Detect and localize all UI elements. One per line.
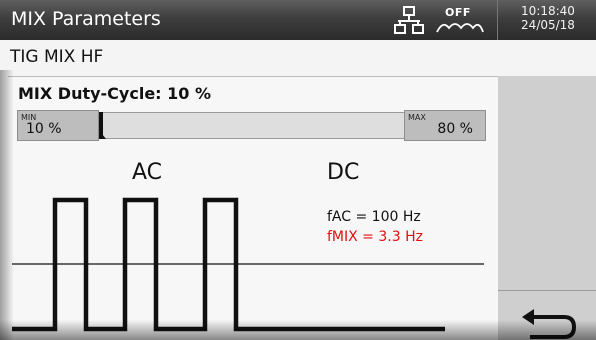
ac-label: AC	[132, 160, 163, 185]
clock-time: 10:18:40	[521, 4, 575, 18]
wave-off-icon	[436, 23, 484, 33]
clock: 10:18:40 24/05/18	[500, 4, 596, 32]
mix-waveform-diagram	[12, 197, 484, 332]
clock-date: 24/05/18	[521, 18, 575, 32]
return-arrow-icon	[522, 309, 577, 339]
page-title: MIX Parameters	[11, 8, 161, 30]
header-bar: MIX Parameters OFF 10:18:40 24/05/18	[0, 0, 596, 40]
process-mode-label: TIG MIX HF	[10, 47, 104, 67]
header-separator	[497, 0, 498, 40]
screen: MIX Parameters OFF 10:18:40 24/05/18 TIG…	[0, 0, 596, 340]
fmix-frequency: fMIX = 3.3 Hz	[327, 229, 423, 245]
dc-label: DC	[327, 160, 360, 185]
network-icon	[394, 6, 424, 34]
fac-frequency: fAC = 100 Hz	[327, 209, 421, 225]
